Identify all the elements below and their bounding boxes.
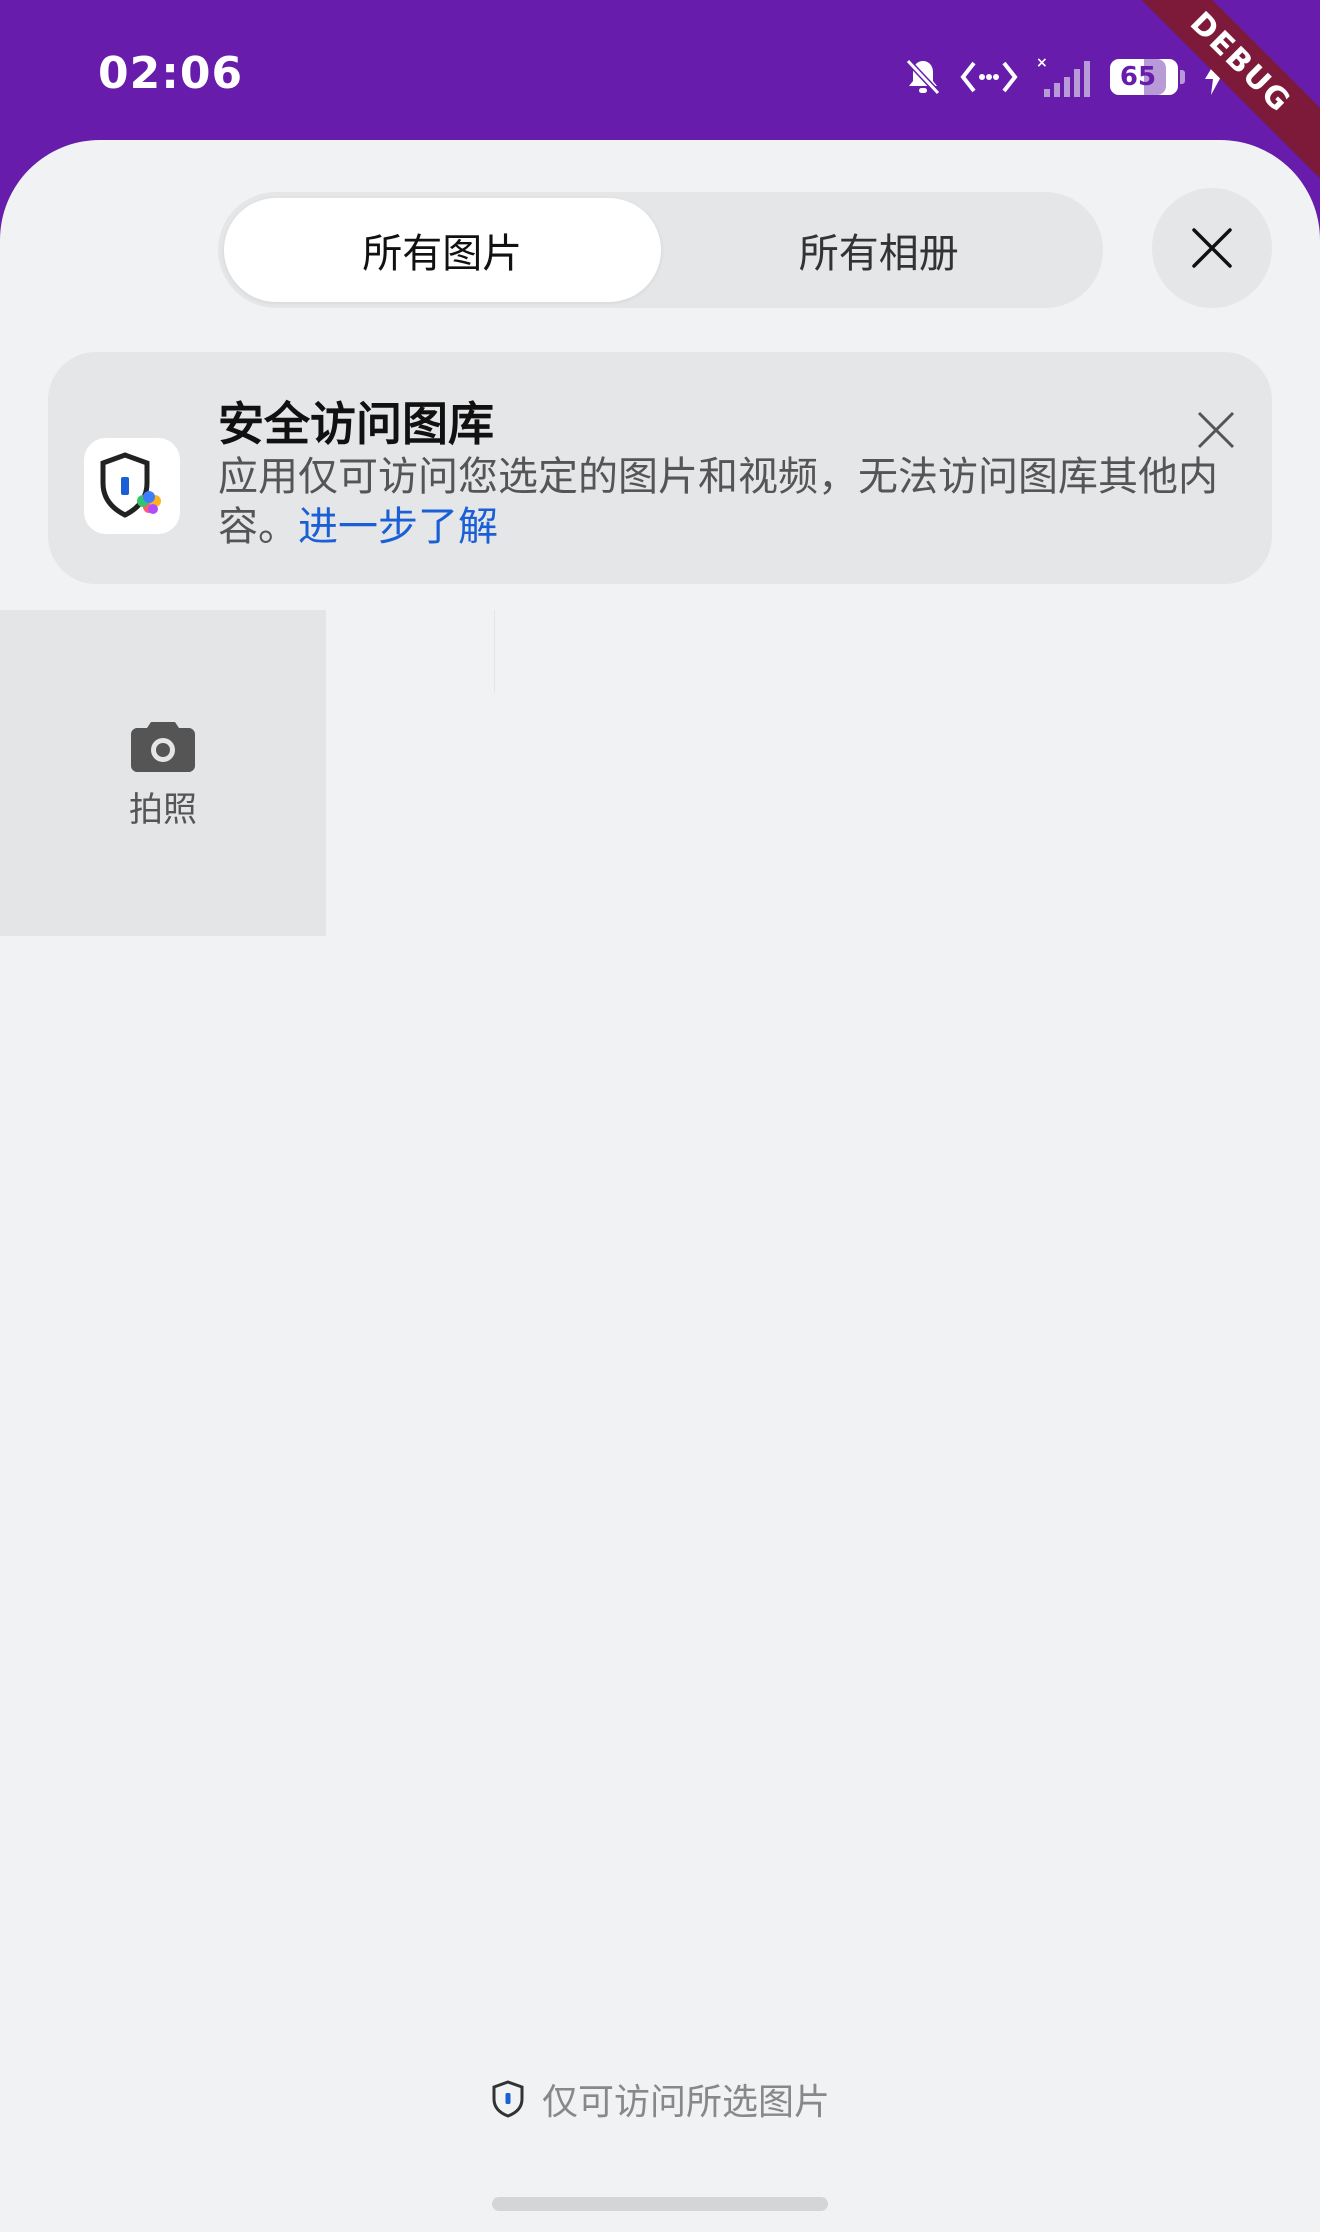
photo-picker-sheet: 所有图片 所有相册 安全访问图库 应用仅可访问您选定的图片和视频，无法访问图库其… (0, 140, 1320, 2232)
close-icon (1192, 228, 1232, 268)
tab-all-photos[interactable]: 所有图片 (224, 198, 661, 302)
status-bar: 02:06 × 65 (0, 0, 1320, 150)
access-note: 仅可访问所选图片 (0, 2074, 1320, 2124)
status-icons: × 65 (904, 52, 1225, 102)
banner-title: 安全访问图库 (218, 397, 494, 451)
close-button[interactable] (1152, 188, 1272, 308)
banner-description: 应用仅可访问您选定的图片和视频，无法访问图库其他内容。进一步了解 (218, 452, 1278, 552)
data-transfer-icon (960, 59, 1018, 95)
take-photo-label: 拍照 (129, 789, 197, 830)
banner-close-button[interactable] (1186, 400, 1246, 460)
battery-icon: 65 (1110, 59, 1185, 95)
camera-icon (131, 721, 195, 772)
home-indicator[interactable] (492, 2197, 828, 2211)
battery-level: 65 (1119, 62, 1157, 92)
secure-gallery-icon (84, 438, 180, 534)
bell-muted-icon (904, 57, 942, 97)
shield-icon (492, 2080, 524, 2118)
take-photo-tile[interactable]: 拍照 (0, 610, 326, 936)
tab-switcher: 所有图片 所有相册 (218, 192, 1103, 308)
no-signal-icon: × (1036, 55, 1092, 99)
status-time: 02:06 (98, 48, 244, 99)
secure-access-banner: 安全访问图库 应用仅可访问您选定的图片和视频，无法访问图库其他内容。进一步了解 (48, 352, 1272, 584)
svg-text:×: × (1036, 55, 1048, 71)
tab-all-albums[interactable]: 所有相册 (661, 198, 1098, 302)
grid-divider (494, 610, 495, 692)
access-note-text: 仅可访问所选图片 (541, 2082, 830, 2123)
learn-more-link[interactable]: 进一步了解 (298, 504, 498, 550)
close-icon (1197, 411, 1235, 449)
